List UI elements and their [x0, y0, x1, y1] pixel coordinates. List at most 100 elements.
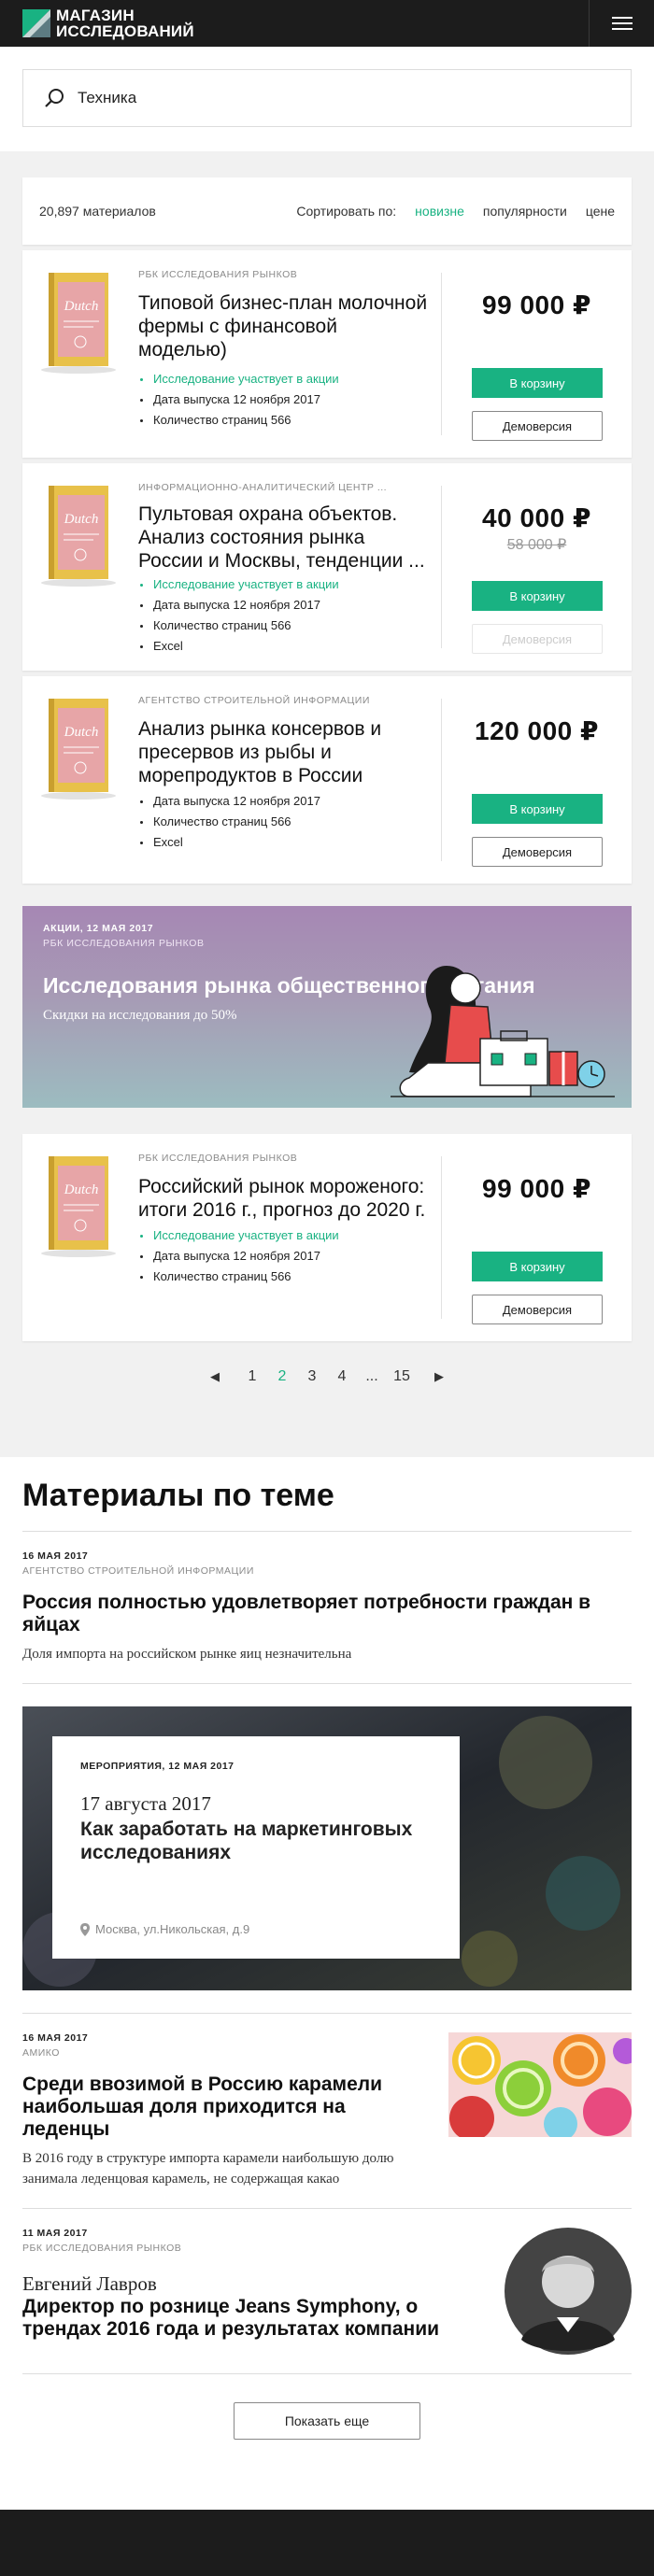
person-avatar[interactable]: [505, 2228, 632, 2355]
sort-option-new[interactable]: новизне: [415, 204, 464, 219]
article-lead: Доля импорта на российском рынке яиц нез…: [22, 1647, 352, 1662]
product-card[interactable]: Dutch АГЕНТСТВО СТРОИТЕЛЬНОЙ ИНФОРМАЦИИ …: [22, 676, 632, 884]
svg-text:Dutch: Dutch: [64, 299, 99, 314]
article-source: АГЕНТСТВО СТРОИТЕЛЬНОЙ ИНФОРМАЦИИ: [22, 1565, 254, 1577]
product-card[interactable]: Dutch РБК ИССЛЕДОВАНИЯ РЫНКОВ Типовой би…: [22, 250, 632, 458]
book-cover-image[interactable]: Dutch: [37, 482, 120, 587]
feature-item: Исследование участвует в акции: [138, 369, 428, 389]
woman-with-briefcase-illustration: [391, 966, 615, 1097]
product-title[interactable]: Российский рынок мороженого: итоги 2016 …: [138, 1175, 428, 1222]
location-pin-icon: [80, 1922, 90, 1936]
event-info: МЕРОПРИЯТИЯ, 12 МАЯ 2017 17 августа 2017…: [52, 1736, 460, 1959]
book-cover-image[interactable]: Dutch: [37, 1153, 120, 1257]
site-header: МАГАЗИН ИССЛЕДОВАНИЙ: [0, 0, 654, 47]
promo-banner[interactable]: АКЦИИ, 12 МАЯ 2017 РБК ИССЛЕДОВАНИЯ РЫНК…: [22, 906, 632, 1108]
article-lead: В 2016 году в структуре импорта карамели…: [22, 2151, 394, 2187]
product-source: АГЕНТСТВО СТРОИТЕЛЬНОЙ ИНФОРМАЦИИ: [138, 695, 370, 706]
demo-button[interactable]: Демоверсия: [472, 837, 603, 867]
banner-date: АКЦИИ, 12 МАЯ 2017: [43, 923, 154, 934]
product-card[interactable]: Dutch ИНФОРМАЦИОННО-АНАЛИТИЧЕСКИЙ ЦЕНТР …: [22, 463, 632, 671]
add-to-cart-button[interactable]: В корзину: [472, 794, 603, 824]
book-cover-image[interactable]: Dutch: [37, 269, 120, 374]
article-item[interactable]: 16 МАЯ 2017 АМИКО Среди ввозимой в Росси…: [22, 2013, 632, 2209]
product-card[interactable]: Dutch РБК ИССЛЕДОВАНИЯ РЫНКОВ Российский…: [22, 1134, 632, 1341]
show-more-section: Показать еще: [22, 2374, 632, 2514]
search-section: Техника: [0, 47, 654, 151]
article-date: 16 МАЯ 2017: [22, 1550, 89, 1562]
next-page-icon[interactable]: ▶: [417, 1369, 462, 1384]
article-item[interactable]: 16 МАЯ 2017 АГЕНТСТВО СТРОИТЕЛЬНОЙ ИНФОР…: [22, 1532, 632, 1684]
site-footer: [0, 2510, 654, 2576]
add-to-cart-button[interactable]: В корзину: [472, 581, 603, 611]
demo-button[interactable]: Демоверсия: [472, 1295, 603, 1324]
sort-option-price[interactable]: цене: [586, 204, 615, 219]
feature-item: Дата выпуска 12 ноября 2017: [138, 389, 428, 410]
results-count: 20,897 материалов: [39, 204, 156, 219]
product-title[interactable]: Пультовая охрана объектов. Анализ состоя…: [138, 502, 428, 573]
event-title[interactable]: Как заработать на маркетинговых исследов…: [80, 1818, 432, 1864]
book-cover-image[interactable]: Dutch: [37, 695, 120, 800]
product-price: 99 000 ₽: [482, 290, 591, 319]
svg-text:Dutch: Dutch: [64, 725, 99, 740]
interview-person: Евгений Лавров: [22, 2272, 157, 2295]
add-to-cart-button[interactable]: В корзину: [472, 368, 603, 398]
article-title[interactable]: Директор по рознице Jeans Symphony, о тр…: [22, 2296, 486, 2341]
logo[interactable]: МАГАЗИН ИССЛЕДОВАНИЙ: [22, 7, 194, 39]
page-link[interactable]: 3: [297, 1368, 327, 1385]
svg-text:Dutch: Dutch: [64, 1182, 99, 1197]
logo-text: МАГАЗИН ИССЛЕДОВАНИЙ: [56, 7, 194, 40]
show-more-button[interactable]: Показать еще: [234, 2402, 420, 2440]
page-ellipsis: ...: [365, 1368, 378, 1384]
product-features: Исследование участвует в акции Дата выпу…: [138, 369, 428, 431]
burger-menu-icon: [611, 13, 633, 34]
article-title[interactable]: Россия полностью удовлетворяет потребнос…: [22, 1592, 632, 1636]
prev-page-icon[interactable]: ◀: [192, 1369, 237, 1384]
feature-item: Дата выпуска 12 ноября 2017: [138, 1246, 428, 1267]
product-price: 99 000 ₽: [482, 1174, 591, 1203]
feature-item: Исследование участвует в акции: [138, 574, 428, 595]
article-source: РБК ИССЛЕДОВАНИЯ РЫНКОВ: [22, 2243, 182, 2254]
page-link[interactable]: 4: [327, 1368, 357, 1385]
article-date: 16 МАЯ 2017: [22, 2032, 89, 2044]
menu-button[interactable]: [589, 0, 654, 47]
event-location: Москва, ул.Никольская, д.9: [80, 1922, 249, 1936]
page-link-active[interactable]: 2: [267, 1368, 297, 1385]
logo-icon: [22, 9, 50, 37]
event-card[interactable]: МЕРОПРИЯТИЯ, 12 МАЯ 2017 17 августа 2017…: [22, 1706, 632, 1990]
add-to-cart-button[interactable]: В корзину: [472, 1252, 603, 1281]
feature-item: Количество страниц 566: [138, 1267, 428, 1287]
event-date: 17 августа 2017: [80, 1792, 211, 1815]
sort-controls: Сортировать по: новизне популярности цен…: [296, 204, 615, 219]
candy-image[interactable]: [448, 2032, 632, 2137]
product-features: Исследование участвует в акции Дата выпу…: [138, 574, 428, 657]
feature-item: Исследование участвует в акции: [138, 1225, 428, 1246]
search-input[interactable]: Техника: [22, 69, 632, 127]
demo-button-disabled[interactable]: Демоверсия: [472, 624, 603, 654]
feature-item: Количество страниц 566: [138, 616, 428, 636]
feature-item: Количество страниц 566: [138, 410, 428, 431]
section-heading: Материалы по теме: [22, 1478, 632, 1532]
product-price: 120 000 ₽: [475, 716, 599, 745]
product-source: РБК ИССЛЕДОВАНИЯ РЫНКОВ: [138, 269, 298, 280]
feature-item: Дата выпуска 12 ноября 2017: [138, 595, 428, 616]
article-source: АМИКО: [22, 2047, 60, 2059]
article-date: 11 МАЯ 2017: [22, 2228, 88, 2239]
feature-item: Excel: [138, 832, 428, 853]
page-link[interactable]: 1: [237, 1368, 267, 1385]
product-title[interactable]: Анализ рынка консервов и пресервов из ры…: [138, 717, 428, 787]
sort-option-popular[interactable]: популярности: [483, 204, 567, 219]
product-source: ИНФОРМАЦИОННО-АНАЛИТИЧЕСКИЙ ЦЕНТР ...: [138, 482, 388, 493]
page-link[interactable]: 15: [387, 1368, 417, 1385]
feature-item: Excel: [138, 636, 428, 657]
related-materials: Материалы по теме 16 МАЯ 2017 АГЕНТСТВО …: [0, 1478, 654, 2514]
sort-label: Сортировать по:: [296, 204, 397, 219]
article-title[interactable]: Среди ввозимой в Россию карамели наиболь…: [22, 2074, 430, 2141]
product-title[interactable]: Типовой бизнес-план молочной фермы с фин…: [138, 291, 428, 361]
product-source: РБК ИССЛЕДОВАНИЯ РЫНКОВ: [138, 1153, 298, 1164]
search-icon: [45, 89, 64, 107]
product-old-price: 58 000 ₽: [506, 537, 567, 553]
demo-button[interactable]: Демоверсия: [472, 411, 603, 441]
interview-item[interactable]: 11 МАЯ 2017 РБК ИССЛЕДОВАНИЯ РЫНКОВ Евге…: [22, 2209, 632, 2374]
product-features: Дата выпуска 12 ноября 2017 Количество с…: [138, 791, 428, 853]
event-label: МЕРОПРИЯТИЯ, 12 МАЯ 2017: [80, 1761, 235, 1772]
